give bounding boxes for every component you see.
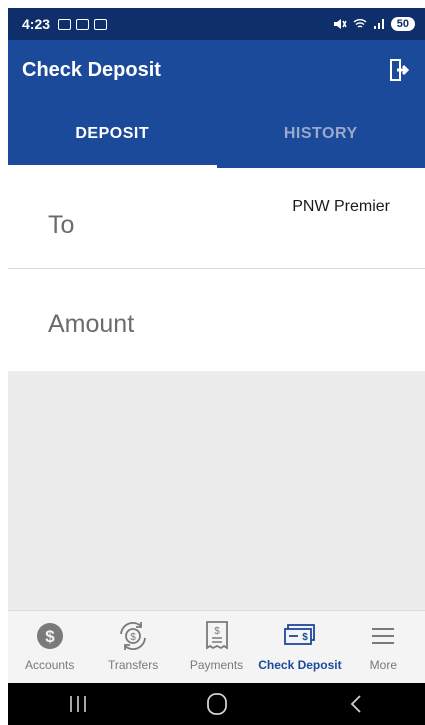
wifi-icon (353, 19, 367, 28)
tab-deposit[interactable]: DEPOSIT (8, 100, 217, 168)
to-account-field[interactable]: To PNW Premier (8, 168, 425, 269)
transfer-cycle-icon: $ (116, 619, 150, 653)
recent-apps-icon (69, 696, 86, 712)
check-icon: $ (283, 619, 317, 653)
menu-icon (366, 619, 400, 653)
nav-payments-label: Payments (189, 658, 244, 672)
gmail-icon (76, 18, 90, 30)
battery-indicator: 50 (390, 17, 415, 31)
tab-history[interactable]: HISTORY (217, 100, 425, 168)
empty-content-area (8, 371, 425, 610)
notification-icons (58, 18, 108, 30)
mail-icon (94, 18, 108, 30)
amount-field[interactable]: Amount (8, 269, 425, 371)
nav-payments[interactable]: $ Payments (175, 611, 258, 683)
nav-check-deposit-label: Check Deposit (258, 658, 342, 672)
to-account-value: PNW Premier (292, 198, 390, 215)
svg-text:$: $ (45, 627, 55, 646)
screenshot-icon (58, 18, 72, 30)
nav-transfers[interactable]: $ Transfers (91, 611, 174, 683)
home-icon (206, 693, 227, 715)
dollar-circle-icon: $ (33, 619, 67, 653)
status-time: 4:23 (22, 16, 51, 32)
back-icon (350, 695, 361, 713)
signal-icon (373, 19, 384, 29)
tab-bar: DEPOSIT HISTORY (8, 100, 425, 168)
svg-text:$: $ (214, 626, 220, 637)
nav-more[interactable]: More (342, 611, 425, 683)
nav-check-deposit[interactable]: $ Check Deposit (258, 611, 342, 683)
app-screen: 4:23 50 Check Deposit DEPOSIT HISTORY To… (8, 8, 425, 725)
back-button[interactable] (336, 689, 376, 719)
app-bar: Check Deposit (8, 40, 425, 100)
amount-label: Amount (48, 310, 135, 338)
home-button[interactable] (197, 689, 237, 719)
system-nav-bar (8, 683, 425, 725)
svg-text:$: $ (130, 632, 136, 643)
nav-more-label: More (369, 658, 397, 672)
tab-history-label: HISTORY (283, 125, 358, 142)
to-label: To (48, 211, 75, 239)
svg-text:$: $ (302, 632, 308, 643)
logout-icon[interactable] (385, 56, 413, 84)
status-right: 50 (333, 17, 415, 31)
recent-apps-button[interactable] (58, 689, 98, 719)
nav-accounts[interactable]: $ Accounts (8, 611, 91, 683)
page: 4:23 50 Check Deposit DEPOSIT HISTORY To… (0, 0, 425, 725)
tab-deposit-label: DEPOSIT (75, 125, 150, 142)
nav-transfers-label: Transfers (107, 658, 159, 672)
bill-icon: $ (200, 619, 234, 653)
status-bar: 4:23 50 (8, 8, 425, 40)
page-title: Check Deposit (22, 58, 161, 81)
bottom-nav: $ Accounts $ Transfers $ Payments $ Chec… (8, 610, 425, 683)
nav-accounts-label: Accounts (25, 658, 75, 672)
mute-icon (333, 19, 347, 29)
